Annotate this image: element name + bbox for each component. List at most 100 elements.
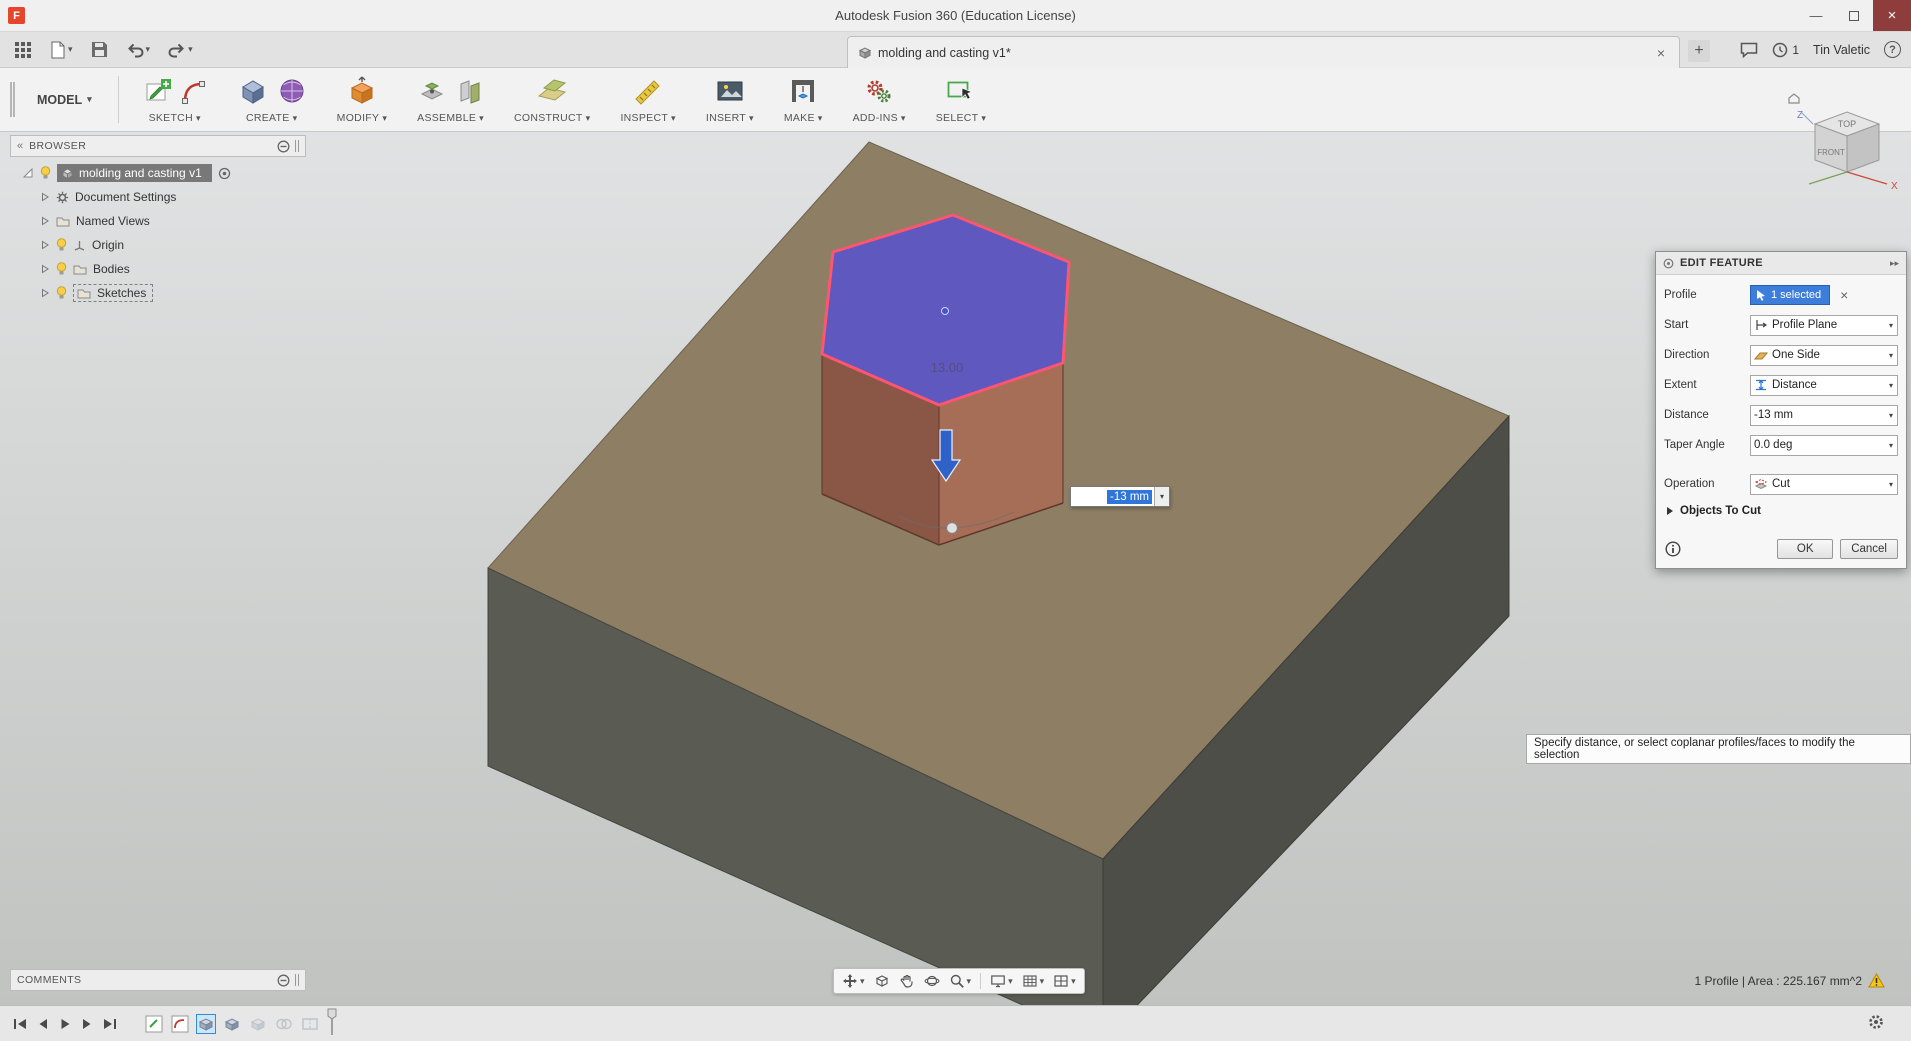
sketches-selection-box[interactable]: Sketches (73, 284, 154, 302)
comments-header-bar[interactable]: COMMENTS (10, 969, 306, 991)
timeline-settings-button[interactable] (1867, 1013, 1885, 1034)
orbit-button[interactable] (924, 973, 940, 989)
taper-angle-field[interactable]: 0.0 deg ▾ (1750, 434, 1898, 456)
undo-button[interactable]: ▾ (122, 39, 155, 61)
timeline-feature-extrude-selected[interactable] (196, 1013, 216, 1034)
joint-icon[interactable] (418, 76, 448, 106)
expand-triangle-icon[interactable] (40, 264, 50, 274)
minimize-panel-icon[interactable] (277, 140, 290, 153)
collapse-panel-icon[interactable]: « (17, 140, 23, 152)
distance-field[interactable]: -13 mm ▾ (1750, 404, 1898, 426)
step-forward-button[interactable] (80, 1017, 94, 1031)
operation-dropdown[interactable]: Cut ▾ (1750, 473, 1898, 495)
visibility-bulb-icon[interactable] (40, 166, 51, 180)
dialog-expand-icon[interactable]: ▸▸ (1890, 258, 1899, 269)
browser-item-named-views[interactable]: Named Views (10, 209, 306, 233)
redo-button[interactable]: ▾ (164, 39, 197, 61)
help-button[interactable]: ? (1884, 41, 1901, 58)
panel-grip[interactable] (295, 140, 299, 152)
ribbon-group-inspect[interactable]: INSPECT ▾ (620, 68, 676, 131)
timeline-feature-disabled[interactable] (274, 1014, 294, 1034)
browser-item-document-settings[interactable]: Document Settings (10, 185, 306, 209)
create-box-icon[interactable] (237, 76, 269, 106)
ribbon-group-assemble[interactable]: ASSEMBLE ▾ (417, 68, 484, 131)
display-settings-button[interactable]: ▾ (990, 973, 1013, 989)
pan-tool-button[interactable]: ▾ (842, 973, 865, 989)
document-tab[interactable]: molding and casting v1* × (847, 36, 1680, 68)
press-pull-icon[interactable] (347, 76, 377, 106)
direction-dropdown[interactable]: One Side ▾ (1750, 344, 1898, 366)
new-tab-button[interactable]: + (1688, 40, 1710, 62)
view-cube[interactable]: Z TOP FRONT X (1779, 92, 1905, 196)
ok-button[interactable]: OK (1777, 539, 1834, 559)
visibility-bulb-icon[interactable] (56, 286, 67, 300)
workspace-switcher[interactable]: MODEL ▾ (21, 68, 108, 131)
timeline-feature-sketch[interactable] (170, 1014, 190, 1034)
ribbon-group-make[interactable]: MAKE ▾ (784, 68, 823, 131)
home-view-icon[interactable] (1788, 93, 1800, 104)
play-button[interactable] (58, 1017, 72, 1031)
user-name[interactable]: Tin Valetic (1813, 43, 1870, 57)
expand-triangle-icon[interactable] (40, 240, 50, 250)
info-icon[interactable] (1665, 541, 1681, 557)
distance-input-value[interactable]: -13 mm (1107, 489, 1152, 504)
objects-to-cut-expander[interactable]: Objects To Cut (1666, 505, 1898, 517)
go-to-end-button[interactable] (102, 1017, 118, 1031)
maximize-button[interactable] (1835, 0, 1873, 31)
3d-viewport[interactable]: 13.00 « BROWSER molding and casting v1 D… (0, 132, 1911, 1005)
visibility-bulb-icon[interactable] (56, 262, 67, 276)
cancel-button[interactable]: Cancel (1840, 539, 1898, 559)
rotate-manipulator-handle[interactable] (945, 521, 959, 535)
pan-hand-button[interactable] (899, 973, 915, 989)
go-to-start-button[interactable] (12, 1017, 28, 1031)
panel-grip[interactable] (295, 974, 299, 986)
fit-view-button[interactable] (874, 973, 890, 989)
browser-root-item[interactable]: molding and casting v1 (57, 164, 212, 182)
start-dropdown[interactable]: Profile Plane ▾ (1750, 314, 1898, 336)
sketch-arc-icon[interactable] (181, 76, 207, 106)
save-button[interactable] (87, 38, 112, 61)
expand-triangle-icon[interactable] (40, 288, 50, 298)
expand-triangle-icon[interactable] (40, 192, 50, 202)
browser-header-bar[interactable]: « BROWSER (10, 135, 306, 157)
browser-item-bodies[interactable]: Bodies (10, 257, 306, 281)
timeline-position-marker[interactable] (326, 1008, 338, 1039)
minimize-button[interactable]: — (1797, 0, 1835, 31)
timeline-feature-extrude[interactable] (222, 1014, 242, 1034)
grid-settings-button[interactable]: ▾ (1022, 973, 1044, 989)
zoom-button[interactable]: ▾ (949, 973, 971, 989)
extent-dropdown[interactable]: Distance ▾ (1750, 374, 1898, 396)
addins-gears-icon[interactable] (864, 76, 894, 106)
file-menu-button[interactable]: ▾ (46, 38, 77, 62)
ribbon-group-sketch[interactable]: SKETCH ▾ (143, 68, 207, 131)
create-form-icon[interactable] (277, 76, 307, 106)
app-launcher-button[interactable] (10, 38, 36, 62)
measure-icon[interactable] (633, 76, 663, 106)
timeline-feature-disabled[interactable] (248, 1014, 268, 1034)
assemble-panels-icon[interactable] (456, 76, 484, 106)
profile-center-point[interactable] (941, 307, 949, 315)
toolbar-grip[interactable] (10, 82, 15, 117)
ribbon-group-modify[interactable]: MODIFY ▾ (337, 68, 387, 131)
timeline-feature-sketch[interactable] (144, 1014, 164, 1034)
select-cursor-icon[interactable] (946, 76, 976, 106)
ribbon-group-construct[interactable]: CONSTRUCT ▾ (514, 68, 590, 131)
close-button[interactable]: × (1873, 0, 1911, 31)
viewports-button[interactable]: ▾ (1053, 973, 1076, 989)
distance-input[interactable]: -13 mm ▾ (1070, 486, 1170, 507)
minimize-panel-icon[interactable] (277, 974, 290, 987)
notification-button[interactable]: 1 (1772, 42, 1799, 58)
ribbon-group-select[interactable]: SELECT ▾ (936, 68, 986, 131)
activate-component-icon[interactable] (218, 167, 231, 180)
profile-clear-button[interactable]: × (1840, 287, 1848, 303)
ribbon-group-insert[interactable]: INSERT ▾ (706, 68, 754, 131)
construction-plane-icon[interactable] (536, 76, 568, 106)
warning-icon[interactable] (1868, 973, 1885, 988)
browser-item-origin[interactable]: Origin (10, 233, 306, 257)
insert-image-icon[interactable] (715, 76, 745, 106)
timeline-feature-disabled[interactable] (300, 1014, 320, 1034)
browser-item-sketches[interactable]: Sketches (10, 281, 306, 305)
browser-root-row[interactable]: molding and casting v1 (10, 161, 306, 185)
ribbon-group-addins[interactable]: ADD-INS ▾ (853, 68, 906, 131)
dialog-header[interactable]: EDIT FEATURE ▸▸ (1656, 252, 1906, 275)
